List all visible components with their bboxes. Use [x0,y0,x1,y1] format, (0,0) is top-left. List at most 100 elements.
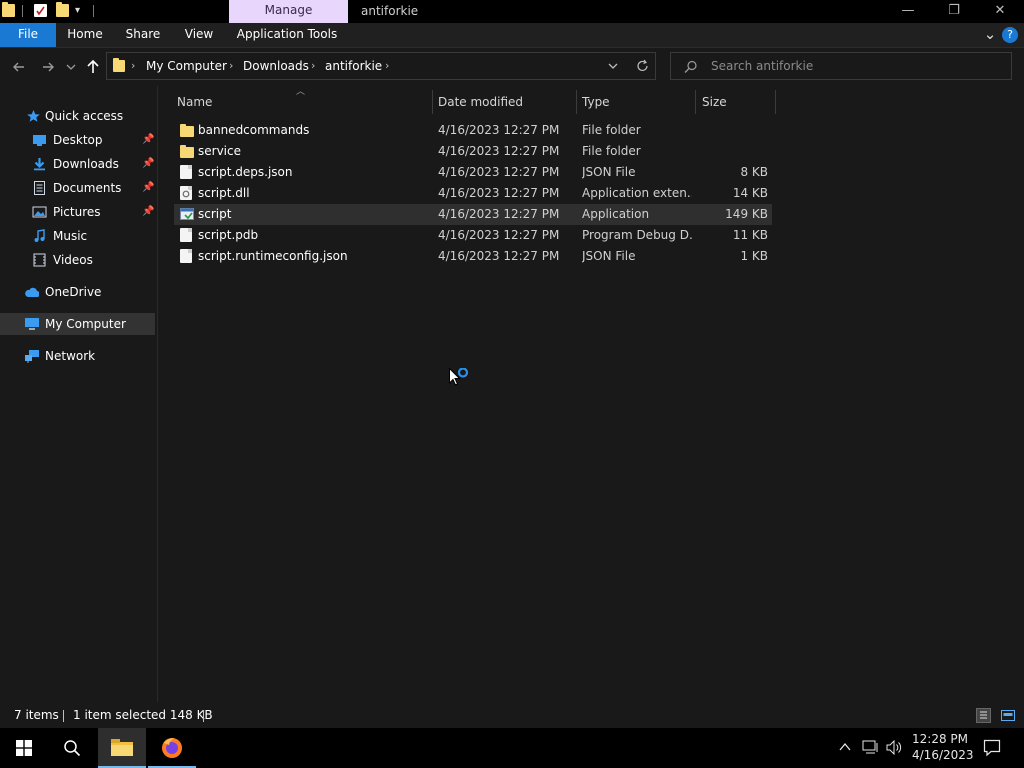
tab-file[interactable]: File [0,23,56,47]
tab-home[interactable]: Home [60,23,110,47]
nav-quick-access[interactable]: Quick access [24,105,154,127]
file-type: Application exten... [582,186,692,200]
tab-view[interactable]: View [176,23,222,47]
nav-item-onedrive[interactable]: OneDrive [24,281,154,303]
dll-file-icon [180,186,192,200]
nav-item-label: Downloads [53,157,119,171]
breadcrumb-antiforkie[interactable]: antiforkie [325,53,382,79]
nav-item-documents[interactable]: Documents 📌 [32,177,154,199]
help-button[interactable]: ? [1002,27,1018,43]
column-divider[interactable] [432,90,433,114]
clock-time: 12:28 PM [912,732,968,746]
pin-icon: 📌 [142,182,155,193]
file-row[interactable]: script 4/16/2023 12:27 PM Application 149 K… [174,204,772,225]
file-size: 1 KB [740,249,768,263]
tab-share[interactable]: Share [118,23,168,47]
large-icons-view-button[interactable] [1000,708,1016,723]
search-icon [64,740,81,757]
nav-item-my-computer[interactable]: My Computer [0,313,155,335]
column-divider[interactable] [775,90,776,114]
large-icons-view-icon [1001,710,1015,721]
file-row[interactable]: script.dll 4/16/2023 12:27 PM Application … [174,183,772,204]
network-tray-button[interactable] [862,740,880,758]
selection-summary: 1 item selected 148 KB [73,708,213,722]
file-row[interactable]: script.pdb 4/16/2023 12:27 PM Program Debu… [174,225,772,246]
nav-item-label: Network [45,349,96,363]
up-button[interactable] [82,56,104,78]
breadcrumb-my-computer[interactable]: My Computer [146,53,227,79]
file-date-modified: 4/16/2023 12:27 PM [438,207,560,221]
address-history-button[interactable] [605,57,621,78]
clock[interactable]: 12:28 PM 4/16/2023 [912,731,974,763]
chevron-down-icon [608,63,618,69]
pane-divider[interactable] [157,86,158,702]
new-folder-icon[interactable] [56,2,69,17]
nav-item-pictures[interactable]: Pictures 📌 [32,201,154,223]
start-button[interactable] [0,728,48,768]
divider [63,710,64,722]
divider [22,5,23,17]
nav-item-label: Quick access [45,109,124,123]
file-name: bannedcommands [198,123,310,137]
nav-item-videos[interactable]: Videos [32,249,154,271]
column-header-type[interactable]: Type [582,92,692,112]
search-button[interactable] [48,728,96,768]
pin-icon: 📌 [142,158,155,169]
search-input[interactable]: Search antiforkie [670,52,1012,80]
file-size [694,120,768,141]
file-row[interactable]: script.deps.json 4/16/2023 12:27 PM JSON F… [174,162,772,183]
details-view-button[interactable] [976,708,991,723]
expand-ribbon-button[interactable]: ⌄ [980,23,1000,47]
file-name: script.deps.json [198,165,293,179]
breadcrumb-separator: › [311,59,316,72]
file-row[interactable]: service 4/16/2023 12:27 PM File folder [174,141,772,162]
customize-quick-access-icon[interactable]: ▾ [75,4,88,17]
back-button[interactable] [8,56,30,78]
nav-item-desktop[interactable]: Desktop 📌 [32,129,154,151]
breadcrumb-separator: › [131,59,136,72]
breadcrumb-downloads[interactable]: Downloads [243,53,309,79]
refresh-icon [637,59,648,72]
column-divider[interactable] [695,90,696,114]
file-type: JSON File [582,165,636,179]
show-hidden-icons-button[interactable] [838,740,852,757]
restore-button[interactable]: ❐ [931,0,977,23]
recent-locations-button[interactable] [63,56,79,78]
up-arrow-icon [87,59,99,73]
speaker-icon [886,739,902,756]
details-view-icon [980,711,987,719]
taskbar-firefox[interactable] [148,728,196,768]
navigation-pane: Quick access Desktop 📌 Downloads 📌 Docum… [0,86,157,702]
tab-manage[interactable]: Manage [229,0,348,23]
file-date-modified: 4/16/2023 12:27 PM [438,165,560,179]
column-header-name[interactable]: Name [177,92,427,112]
nav-item-downloads[interactable]: Downloads 📌 [32,153,154,175]
refresh-button[interactable] [635,57,651,78]
file-row[interactable]: bannedcommands 4/16/2023 12:27 PM File fol… [174,120,772,141]
nav-item-network[interactable]: Network [24,345,154,367]
tab-application-tools[interactable]: Application Tools [230,23,344,47]
properties-icon[interactable] [34,4,47,17]
address-bar[interactable]: › My Computer › Downloads › antiforkie › [106,52,656,80]
nav-item-music[interactable]: Music [32,225,154,247]
application-icon [180,207,194,221]
file-name: script.runtimeconfig.json [198,249,348,263]
file-size: 8 KB [740,165,768,179]
column-header-date-modified[interactable]: Date modified [438,92,573,112]
computer-icon [25,318,39,330]
close-button[interactable]: ✕ [977,0,1023,23]
file-date-modified: 4/16/2023 12:27 PM [438,228,560,242]
desktop-icon [33,135,46,146]
file-row[interactable]: script.runtimeconfig.json 4/16/2023 12:27… [174,246,772,267]
file-type: File folder [582,144,641,158]
forward-button[interactable] [37,56,59,78]
taskbar-file-explorer[interactable] [98,728,146,768]
column-divider[interactable] [576,90,577,114]
notifications-button[interactable] [983,739,1001,760]
ribbon: File Home Share View Application Tools ⌄… [0,23,1024,48]
network-icon [25,350,39,363]
nav-item-label: Pictures [53,205,101,219]
column-header-size[interactable]: Size [702,92,772,112]
volume-tray-button[interactable] [886,739,902,758]
minimize-button[interactable]: — [885,0,931,23]
